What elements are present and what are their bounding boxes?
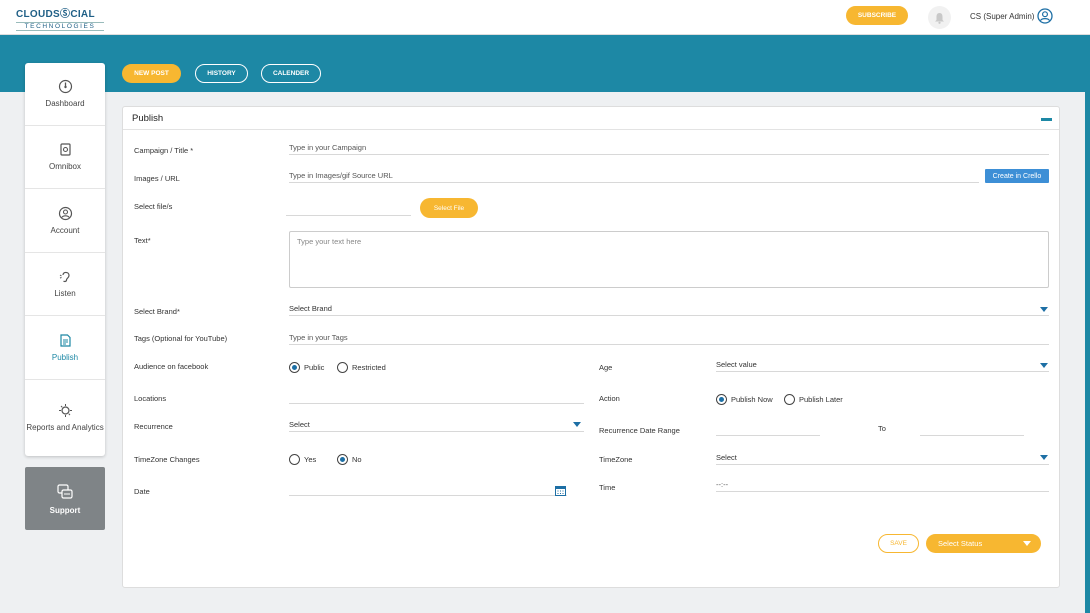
- right-edge-band: [1085, 35, 1090, 613]
- calendar-icon[interactable]: [555, 485, 566, 496]
- text-label: Text*: [134, 236, 151, 245]
- audience-restricted-radio[interactable]: [337, 362, 348, 373]
- campaign-input[interactable]: Type in your Campaign: [289, 143, 1049, 155]
- chevron-down-icon: [573, 422, 581, 427]
- sidebar: Dashboard Omnibox Account Listen Publish…: [25, 63, 105, 456]
- images-label: Images / URL: [134, 174, 180, 183]
- time-input[interactable]: --:--: [716, 480, 1049, 492]
- publish-now-radio[interactable]: [716, 394, 727, 405]
- top-bar: CLOUDSⓈCIAL TECHNOLOGIES SUBSCRIBE CS (S…: [0, 0, 1090, 35]
- tz-yes-label: Yes: [304, 455, 317, 464]
- notification-button[interactable]: [928, 6, 951, 29]
- publish-icon: [59, 334, 71, 347]
- recurrence-label: Recurrence: [134, 422, 173, 431]
- brand-label: Select Brand*: [134, 307, 180, 316]
- tz-no-label: No: [352, 455, 362, 464]
- panel-title: Publish: [132, 113, 164, 124]
- recurrence-range-label: Recurrence Date Range: [599, 426, 680, 435]
- tz-no-radio[interactable]: [337, 454, 348, 465]
- sidebar-item-label: Listen: [54, 288, 76, 298]
- timezone-select[interactable]: Select: [716, 453, 1049, 465]
- date-input[interactable]: [289, 484, 567, 496]
- timezone-changes-label: TimeZone Changes: [134, 455, 200, 464]
- sidebar-item-label: Account: [50, 225, 80, 235]
- locations-input[interactable]: [289, 392, 584, 404]
- logo-main: CLOUDSⓈCIAL: [16, 9, 95, 20]
- publish-later-radio[interactable]: [784, 394, 795, 405]
- create-in-crello-button[interactable]: Create in Crello: [985, 169, 1049, 183]
- logo-sub: TECHNOLOGIES: [16, 22, 104, 31]
- action-label: Action: [599, 394, 620, 403]
- age-label: Age: [599, 363, 613, 372]
- time-label: Time: [599, 483, 616, 492]
- timezone-label: TimeZone: [599, 455, 633, 464]
- user-avatar-icon[interactable]: [1037, 8, 1053, 24]
- date-label: Date: [134, 487, 150, 496]
- dashboard-icon: [58, 79, 72, 93]
- support-icon: [57, 483, 73, 499]
- divider: [123, 129, 1059, 130]
- bell-icon: [935, 12, 944, 24]
- sidebar-item-label: Dashboard: [45, 98, 85, 108]
- sidebar-item-listen[interactable]: Listen: [25, 253, 105, 316]
- support-button[interactable]: Support: [25, 467, 105, 530]
- campaign-label: Campaign / Title *: [134, 146, 194, 155]
- save-button[interactable]: SAVE: [878, 534, 919, 553]
- select-status-dropdown[interactable]: Select Status: [926, 534, 1041, 553]
- images-url-input[interactable]: Type in Images/gif Source URL: [289, 171, 979, 183]
- sidebar-item-label: Publish: [51, 352, 79, 362]
- chevron-down-icon: [1040, 363, 1048, 368]
- audience-label: Audience on facebook: [134, 362, 209, 371]
- user-name[interactable]: CS (Super Admin): [970, 12, 1034, 21]
- range-start-input[interactable]: [716, 424, 820, 436]
- tags-input[interactable]: Type in your Tags: [289, 333, 1049, 345]
- publish-later-label: Publish Later: [799, 395, 843, 404]
- collapse-icon[interactable]: [1041, 118, 1052, 121]
- range-to-label: To: [878, 424, 886, 433]
- brand-select[interactable]: Select Brand: [289, 304, 1049, 316]
- sidebar-item-account[interactable]: Account: [25, 190, 105, 253]
- age-select[interactable]: Select value: [716, 360, 1049, 372]
- sidebar-item-dashboard[interactable]: Dashboard: [25, 63, 105, 126]
- support-label: Support: [49, 505, 81, 515]
- publish-now-label: Publish Now: [731, 395, 773, 404]
- text-area[interactable]: Type your text here: [289, 231, 1049, 288]
- audience-public-label: Public: [304, 363, 325, 372]
- calender-button[interactable]: CALENDER: [261, 64, 321, 83]
- listen-icon: [59, 271, 70, 282]
- recurrence-select[interactable]: Select: [289, 420, 584, 432]
- logo[interactable]: CLOUDSⓈCIAL TECHNOLOGIES: [16, 5, 108, 31]
- sidebar-item-reports[interactable]: Reports and Analytics: [25, 381, 105, 456]
- account-icon: [58, 206, 72, 220]
- sidebar-item-label: Omnibox: [48, 161, 81, 171]
- omnibox-icon: [59, 143, 71, 156]
- publish-panel: Publish Campaign / Title * Type in your …: [122, 106, 1060, 588]
- select-file-button[interactable]: Select File: [420, 198, 478, 218]
- chevron-down-icon: [1040, 455, 1048, 460]
- status-label: Select Status: [938, 539, 983, 548]
- tags-label: Tags (Optional for YouTube): [134, 334, 228, 343]
- sidebar-item-publish[interactable]: Publish: [25, 317, 105, 380]
- sidebar-item-label: Reports and Analytics: [26, 423, 104, 433]
- reports-icon: [58, 404, 72, 418]
- history-button[interactable]: HISTORY: [195, 64, 248, 83]
- file-name-field: [286, 204, 411, 216]
- chevron-down-icon: [1023, 541, 1031, 546]
- chevron-down-icon: [1040, 307, 1048, 312]
- range-end-input[interactable]: [920, 424, 1024, 436]
- file-label: Select file/s: [134, 202, 173, 211]
- sidebar-item-omnibox[interactable]: Omnibox: [25, 126, 105, 189]
- subscribe-button[interactable]: SUBSCRIBE: [846, 6, 908, 25]
- audience-public-radio[interactable]: [289, 362, 300, 373]
- new-post-button[interactable]: NEW POST: [122, 64, 181, 83]
- audience-restricted-label: Restricted: [352, 363, 386, 372]
- locations-label: Locations: [134, 394, 167, 403]
- tz-yes-radio[interactable]: [289, 454, 300, 465]
